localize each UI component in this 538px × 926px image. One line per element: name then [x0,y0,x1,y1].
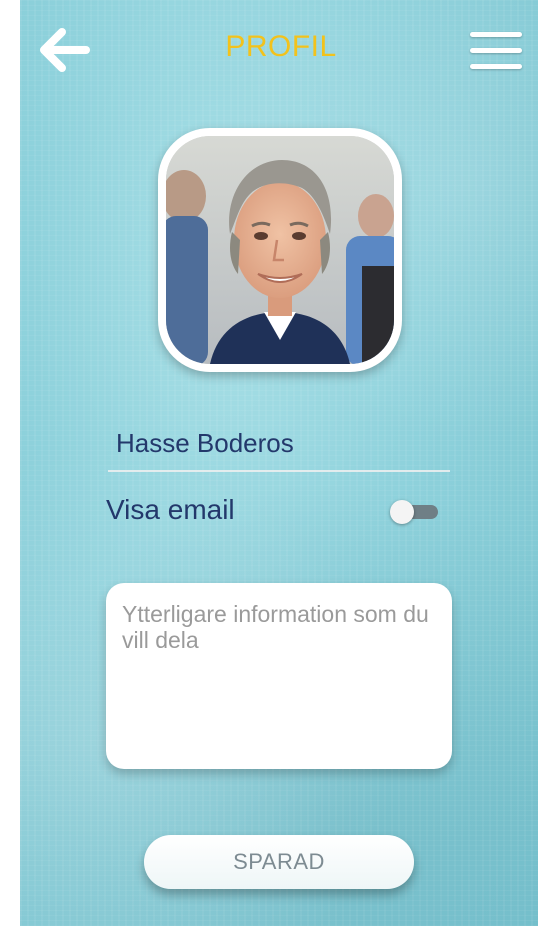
profile-photo [166,136,394,364]
avatar[interactable] [158,128,402,372]
back-button[interactable] [38,26,92,74]
toggle-knob [390,500,414,524]
additional-info-input[interactable] [106,583,452,769]
profile-screen: PROFIL Hasse Boderos Visa email Ytterlig… [20,0,538,926]
name-value: Hasse Boderos [116,428,294,458]
arrow-left-icon [40,28,90,72]
show-email-toggle[interactable] [390,500,440,524]
save-button[interactable]: SPARAD [144,835,414,889]
page-title: PROFIL [225,30,337,63]
show-email-label: Visa email [106,494,235,525]
name-field[interactable]: Hasse Boderos [108,412,450,472]
menu-button[interactable] [470,30,524,72]
